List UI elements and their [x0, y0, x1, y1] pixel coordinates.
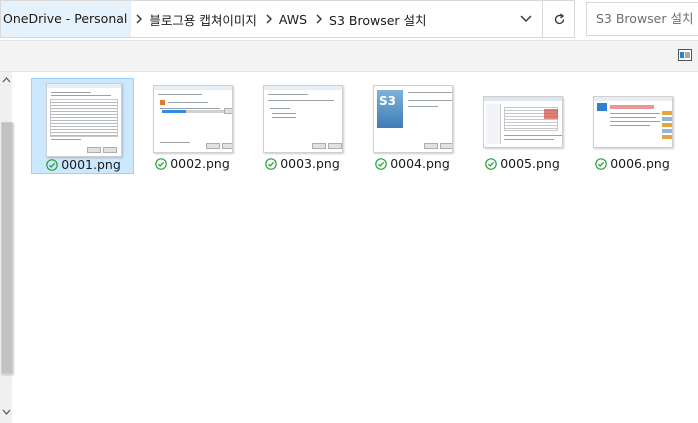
file-thumbnail: [263, 82, 343, 156]
file-name: 0002.png: [170, 156, 230, 171]
file-tile[interactable]: 0003.png: [251, 78, 354, 174]
chevron-right-icon[interactable]: [261, 1, 277, 37]
scrollbar-thumb[interactable]: [1, 122, 13, 374]
webpage-thumbnail: [593, 96, 673, 148]
file-name: 0006.png: [610, 156, 670, 171]
sync-check-icon: [485, 157, 498, 170]
chevron-right-icon[interactable]: [131, 1, 147, 37]
address-bar[interactable]: OneDrive - Personal 블로그용 캡쳐이미지 AWS S3 Br…: [0, 0, 575, 38]
refresh-icon[interactable]: [542, 1, 575, 37]
options-dialog-thumbnail: [263, 85, 343, 153]
chevron-right-icon[interactable]: [311, 1, 327, 37]
view-toolbar: [0, 41, 698, 72]
file-thumbnail: [44, 83, 124, 157]
file-thumbnail: S3: [373, 82, 453, 156]
sync-check-icon: [46, 158, 59, 171]
file-tile[interactable]: 0006.png: [581, 78, 684, 174]
scroll-down-icon[interactable]: [0, 406, 12, 418]
setup-complete-thumbnail: S3: [373, 85, 453, 153]
file-name: 0001.png: [61, 157, 121, 172]
file-thumbnail: [153, 82, 233, 156]
file-name: 0003.png: [280, 156, 340, 171]
file-thumbnail: [593, 82, 673, 156]
file-tile[interactable]: 0002.png: [141, 78, 244, 174]
address-bar-row: OneDrive - Personal 블로그용 캡쳐이미지 AWS S3 Br…: [0, 0, 698, 41]
sync-check-icon: [375, 157, 388, 170]
scroll-up-icon[interactable]: [0, 74, 12, 86]
file-name: 0004.png: [390, 156, 450, 171]
vertical-scrollbar[interactable]: [0, 72, 13, 423]
breadcrumb-aws[interactable]: AWS: [277, 12, 311, 27]
file-name: 0005.png: [500, 156, 560, 171]
chevron-down-icon[interactable]: [511, 1, 541, 37]
license-dialog-thumbnail: [46, 83, 122, 157]
breadcrumb-blog-captures[interactable]: 블로그용 캡쳐이미지: [147, 10, 260, 29]
file-tile[interactable]: 0001.png: [31, 78, 134, 174]
app-window-thumbnail: [483, 96, 563, 148]
breadcrumb-s3-browser-install[interactable]: S3 Browser 설치: [327, 10, 431, 29]
sync-check-icon: [265, 157, 278, 170]
file-tile[interactable]: S3 0004.png: [361, 78, 464, 174]
installer-progress-thumbnail: [153, 85, 233, 153]
file-thumbnail: [483, 82, 563, 156]
sync-check-icon: [595, 157, 608, 170]
search-input[interactable]: S3 Browser 설치 검색: [586, 2, 698, 36]
sync-check-icon: [155, 157, 168, 170]
breadcrumb-onedrive[interactable]: OneDrive - Personal: [1, 1, 132, 37]
view-details-icon[interactable]: [678, 49, 692, 61]
file-tile[interactable]: 0005.png: [471, 78, 574, 174]
